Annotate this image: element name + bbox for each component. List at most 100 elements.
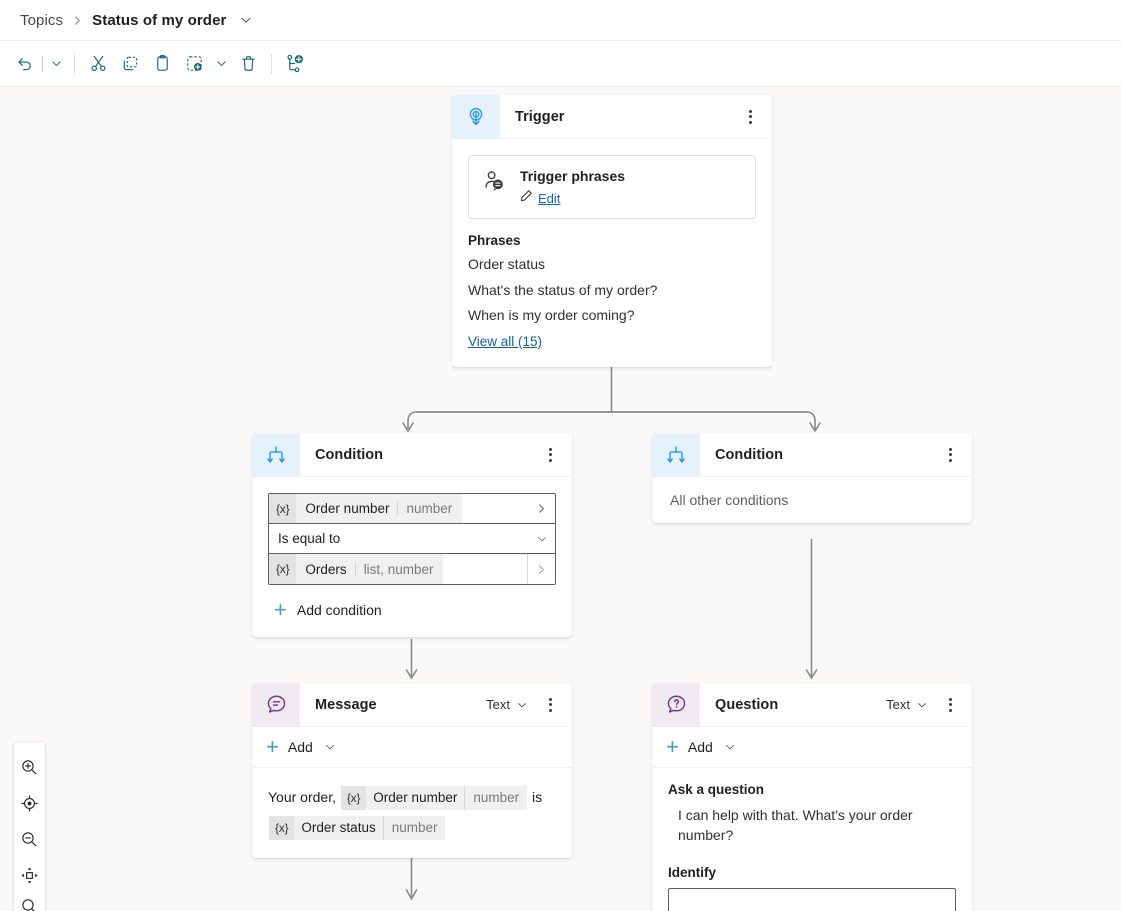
cut-button[interactable] xyxy=(82,48,114,80)
breadcrumb-bar: Topics Status of my order xyxy=(0,0,1121,41)
message-type-label: Text xyxy=(486,697,510,712)
zoom-out-button[interactable] xyxy=(14,821,45,857)
message-text-content[interactable]: Your order, {x} Order number number is {… xyxy=(252,768,572,858)
question-bubble-icon xyxy=(652,683,700,727)
trigger-more-options-icon[interactable] xyxy=(736,101,764,133)
condition-branch-icon xyxy=(652,433,700,477)
plus-icon: + xyxy=(274,597,287,622)
condition-variable-name: Order number xyxy=(296,501,399,516)
question-node-title: Question xyxy=(715,696,779,713)
question-more-options-icon[interactable] xyxy=(936,689,964,721)
node-condition-left[interactable]: Condition {x} Order number number Is equ… xyxy=(252,433,572,637)
trigger-edit-link[interactable]: Edit xyxy=(538,191,560,206)
add-condition-button[interactable]: + Add condition xyxy=(268,599,556,621)
condition-branch-icon xyxy=(252,433,300,477)
condition-fields-group: {x} Order number number Is equal to {x} … xyxy=(268,493,556,585)
chevron-right-icon[interactable] xyxy=(527,554,555,584)
condition-left-header: Condition xyxy=(252,433,572,477)
question-type-label: Text xyxy=(886,697,910,712)
condition-variable-chip: {x} Order number number xyxy=(269,494,463,523)
condition-variable-row[interactable]: {x} Order number number xyxy=(269,494,555,524)
trigger-icon xyxy=(452,95,500,139)
condition-right-more-options-icon[interactable] xyxy=(936,439,964,471)
view-all-phrases-link[interactable]: View all (15) xyxy=(468,334,542,349)
message-add-bar[interactable]: + Add xyxy=(252,727,572,768)
fit-to-screen-button[interactable] xyxy=(14,857,45,893)
message-type-select[interactable]: Text xyxy=(482,694,532,715)
reset-view-button[interactable] xyxy=(14,785,45,821)
breadcrumb-root-link[interactable]: Topics xyxy=(20,12,63,29)
message-variable-type: number xyxy=(473,790,520,806)
message-text-middle: is xyxy=(532,789,543,805)
variable-token-icon: {x} xyxy=(269,816,295,841)
add-node-button[interactable] xyxy=(178,48,210,80)
message-node-title: Message xyxy=(315,696,377,713)
page-title: Status of my order xyxy=(92,11,227,29)
variable-token-icon: {x} xyxy=(269,494,297,523)
row-spacer xyxy=(462,494,527,523)
ask-a-question-label: Ask a question xyxy=(668,782,765,797)
phrases-heading: Phrases xyxy=(468,233,521,249)
message-bubble-icon xyxy=(252,683,300,727)
chevron-down-icon[interactable] xyxy=(239,13,253,27)
row-spacer xyxy=(443,554,527,584)
message-more-options-icon[interactable] xyxy=(536,689,564,721)
undo-dropdown-button[interactable] xyxy=(45,48,67,80)
add-node-dropdown-button[interactable] xyxy=(210,48,232,80)
message-add-label: Add xyxy=(287,739,313,755)
chevron-right-icon[interactable] xyxy=(527,494,555,523)
trigger-card-title: Trigger phrases xyxy=(520,168,626,184)
identify-input[interactable] xyxy=(668,888,956,911)
chevron-down-icon xyxy=(516,699,528,711)
trigger-edit-row[interactable]: Edit xyxy=(520,189,742,207)
toolbar xyxy=(0,41,1121,87)
trigger-phrases-card[interactable]: Trigger phrases Edit xyxy=(468,155,756,220)
message-variable-chip-2[interactable]: {x} Order status number xyxy=(269,816,446,841)
node-condition-right[interactable]: Condition All other conditions xyxy=(652,433,972,523)
phrase-item: When is my order coming? xyxy=(468,307,635,324)
message-node-header: Message Text xyxy=(252,683,572,727)
chevron-down-icon[interactable] xyxy=(724,741,736,753)
message-variable-chip-1[interactable]: {x} Order number number xyxy=(340,786,528,811)
paste-button[interactable] xyxy=(146,48,178,80)
person-chat-icon xyxy=(482,169,507,199)
message-text-prefix: Your order, xyxy=(268,789,336,805)
identify-label: Identify xyxy=(668,865,717,880)
condition-left-more-options-icon[interactable] xyxy=(536,439,564,471)
delete-button[interactable] xyxy=(232,48,264,80)
plus-icon: + xyxy=(266,734,279,759)
toolbar-thin-separator xyxy=(42,55,43,72)
message-variable-name: Order status xyxy=(294,816,384,841)
extra-view-button[interactable] xyxy=(14,893,45,911)
toolbar-divider xyxy=(74,53,75,74)
add-branch-button[interactable] xyxy=(279,48,311,80)
condition-right-header: Condition xyxy=(652,433,972,477)
condition-right-title: Condition xyxy=(715,446,784,463)
chevron-down-icon[interactable] xyxy=(324,741,336,753)
flow-canvas[interactable]: Trigger Trigger phrases Edit Phrases Ord… xyxy=(0,87,1121,911)
question-type-select[interactable]: Text xyxy=(882,694,932,715)
zoom-controls xyxy=(14,742,45,911)
variable-token-icon: {x} xyxy=(340,786,367,811)
toolbar-divider-2 xyxy=(271,53,272,74)
message-variable-type: number xyxy=(391,820,438,836)
trigger-node-body: Trigger phrases Edit Phrases Order statu… xyxy=(452,139,772,367)
condition-value-name: Orders xyxy=(296,561,356,577)
question-add-bar[interactable]: + Add xyxy=(652,727,972,768)
phrase-item: Order status xyxy=(468,256,546,273)
node-question[interactable]: Question Text + Add Ask a question I can… xyxy=(652,683,972,911)
trigger-node-title: Trigger xyxy=(515,108,565,125)
question-prompt-text[interactable]: I can help with that. What's your order … xyxy=(652,797,972,849)
copy-button[interactable] xyxy=(114,48,146,80)
condition-operator-row[interactable]: Is equal to xyxy=(269,524,555,554)
condition-operator-label: Is equal to xyxy=(278,531,341,546)
node-trigger[interactable]: Trigger Trigger phrases Edit Phrases Ord… xyxy=(452,95,772,367)
node-message[interactable]: Message Text + Add Your order, {x} Order… xyxy=(252,683,572,858)
condition-value-row[interactable]: {x} Orders list, number xyxy=(269,554,555,584)
chevron-down-icon xyxy=(916,699,928,711)
pencil-icon xyxy=(520,189,533,207)
condition-left-title: Condition xyxy=(315,446,384,463)
undo-button[interactable] xyxy=(8,48,40,80)
chevron-down-icon[interactable] xyxy=(527,524,555,553)
zoom-in-button[interactable] xyxy=(14,749,45,785)
